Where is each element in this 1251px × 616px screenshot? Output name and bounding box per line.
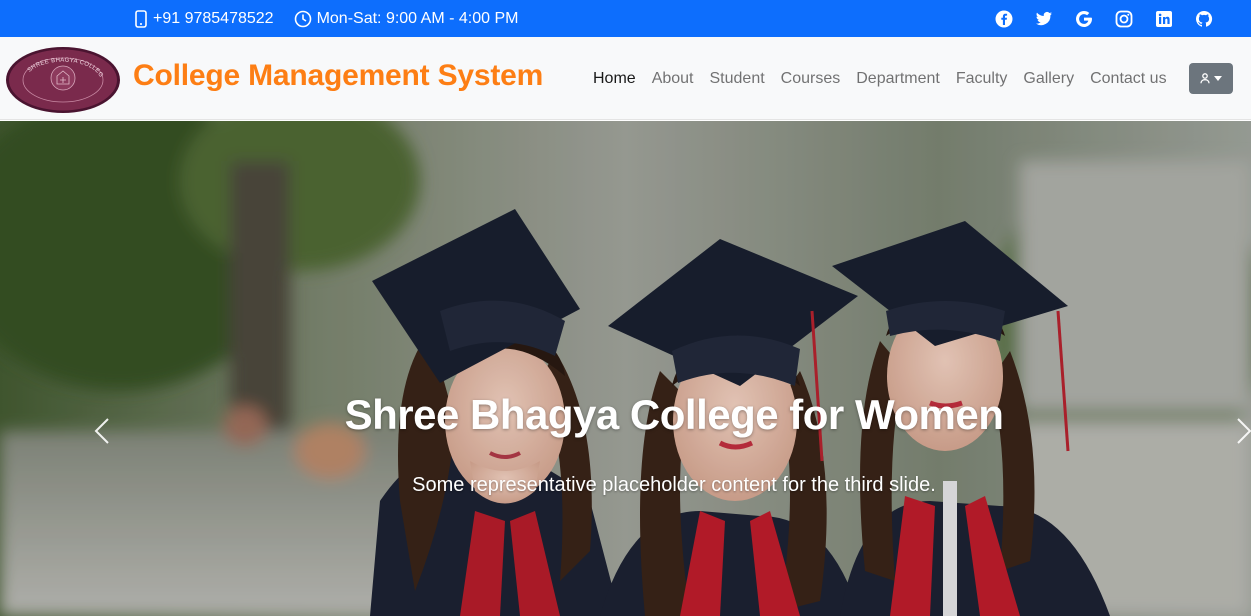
user-menu-button[interactable] <box>1189 63 1233 94</box>
nav-link-department[interactable]: Department <box>848 70 948 88</box>
nav-link-gallery[interactable]: Gallery <box>1015 70 1082 88</box>
github-icon[interactable] <box>1195 10 1213 28</box>
person-icon <box>1200 73 1210 84</box>
nav-link-contact[interactable]: Contact us <box>1082 70 1174 88</box>
nav-link-home[interactable]: Home <box>585 70 644 88</box>
site-brand-title[interactable]: College Management System <box>133 59 543 93</box>
chevron-left-icon <box>94 418 109 444</box>
phone-number: +91 9785478522 <box>153 9 274 27</box>
nav-link-faculty[interactable]: Faculty <box>948 70 1016 88</box>
twitter-icon[interactable] <box>1035 10 1053 28</box>
clock-icon <box>294 10 311 27</box>
hero-heading: Shree Bhagya College for Women <box>344 391 1004 438</box>
chevron-right-icon <box>1237 418 1251 444</box>
phone-icon <box>135 9 147 28</box>
office-hours: Mon-Sat: 9:00 AM - 4:00 PM <box>316 9 519 27</box>
hero-carousel: Shree Bhagya College for Women Some repr… <box>0 121 1251 616</box>
linkedin-icon[interactable] <box>1155 10 1173 28</box>
instagram-icon[interactable] <box>1115 10 1133 28</box>
contact-info: +91 9785478522 Mon-Sat: 9:00 AM - 4:00 P… <box>134 0 538 37</box>
nav-link-student[interactable]: Student <box>702 70 773 88</box>
phone-contact: +91 9785478522 <box>134 10 274 28</box>
nav-link-courses[interactable]: Courses <box>773 70 849 88</box>
hours-contact: Mon-Sat: 9:00 AM - 4:00 PM <box>294 9 519 28</box>
carousel-prev-button[interactable] <box>88 411 118 451</box>
carousel-next-button[interactable] <box>1232 411 1251 451</box>
nav-link-about[interactable]: About <box>644 70 702 88</box>
social-links <box>973 0 1213 37</box>
top-contact-bar: +91 9785478522 Mon-Sat: 9:00 AM - 4:00 P… <box>0 0 1251 37</box>
nav-menu: Home About Student Courses Department Fa… <box>585 37 1175 120</box>
google-icon[interactable] <box>1075 10 1093 28</box>
main-navbar: SHREE BHAGYA COLLEGE FOR WOMEN College M… <box>0 37 1251 120</box>
chevron-down-icon <box>1214 76 1222 81</box>
graduates-photo <box>0 121 1251 616</box>
college-logo[interactable]: SHREE BHAGYA COLLEGE FOR WOMEN <box>1 41 122 115</box>
facebook-icon[interactable] <box>995 10 1013 28</box>
hero-caption: Some representative placeholder content … <box>412 474 936 496</box>
